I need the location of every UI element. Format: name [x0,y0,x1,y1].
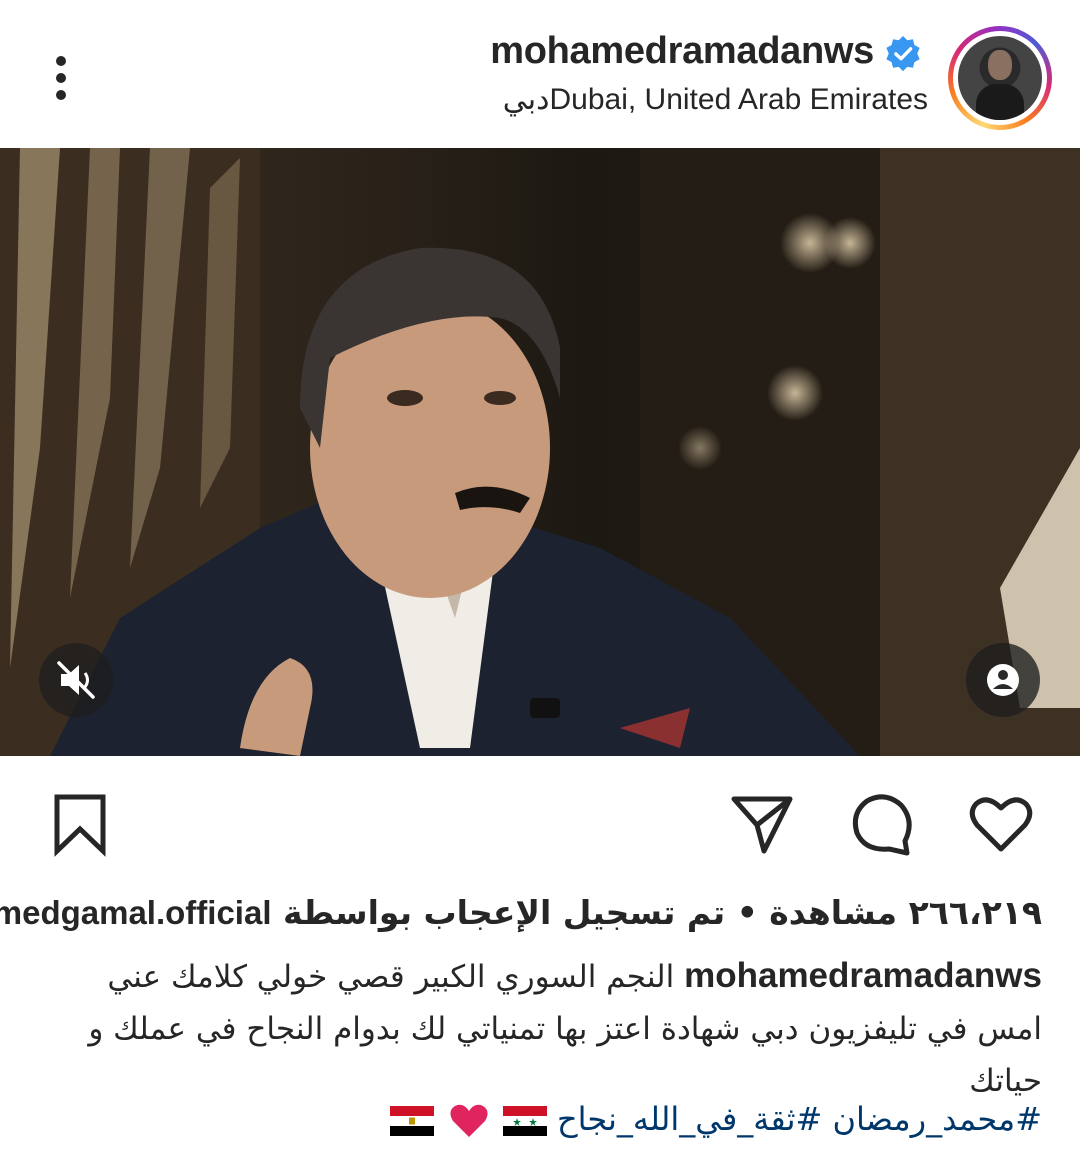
hashtag-link[interactable]: #ثقة_في_الله_نجاح [557,1100,822,1138]
egypt-flag-icon [390,1106,435,1136]
likes-summary[interactable]: ٢٦٦،٢١٩ مشاهدة • تم تسجيل الإعجاب بواسطة… [0,893,1042,932]
video-frame [0,148,1080,756]
red-heart-icon [450,1104,488,1137]
send-icon[interactable] [728,791,794,857]
comment-icon[interactable] [849,791,915,857]
story-ring[interactable] [948,26,1052,130]
action-bar [0,756,1080,886]
liked-by-text: تم تسجيل الإعجاب بواسطة [283,893,726,932]
tagged-users-button[interactable] [966,643,1040,717]
caption-hashtags: #محمد_رمضان #ثقة_في_الله_نجاح [386,1100,1042,1139]
user-tag-icon [987,664,1019,696]
post-caption: mohamedramadanws النجم السوري الكبير قصي… [38,950,1042,1107]
post-video[interactable] [0,148,1080,756]
separator-dot: • [736,893,758,932]
mute-toggle-button[interactable] [39,643,113,717]
verified-badge-icon [886,35,920,72]
heart-icon[interactable] [968,791,1034,857]
more-options-icon[interactable] [44,52,80,104]
muted-speaker-icon [57,661,95,699]
post-header: mohamedramadanws دبيDubai, United Arab E… [0,0,1080,148]
post-username[interactable]: mohamedramadanws [490,30,874,73]
hashtag-link[interactable]: #محمد_رمضان [833,1100,1043,1138]
location-text: Dubai, United Arab Emirates [549,83,928,116]
syria-flag-icon [502,1106,547,1136]
bookmark-icon[interactable] [47,791,113,857]
view-count: ٢٦٦،٢١٩ مشاهدة [769,893,1042,932]
caption-username[interactable]: mohamedramadanws [684,956,1042,995]
location-prefix: دبي [502,83,550,116]
post-location[interactable]: دبيDubai, United Arab Emirates [503,82,928,117]
avatar [958,36,1042,120]
liked-by-username[interactable]: hmedgamal.official [0,894,272,931]
